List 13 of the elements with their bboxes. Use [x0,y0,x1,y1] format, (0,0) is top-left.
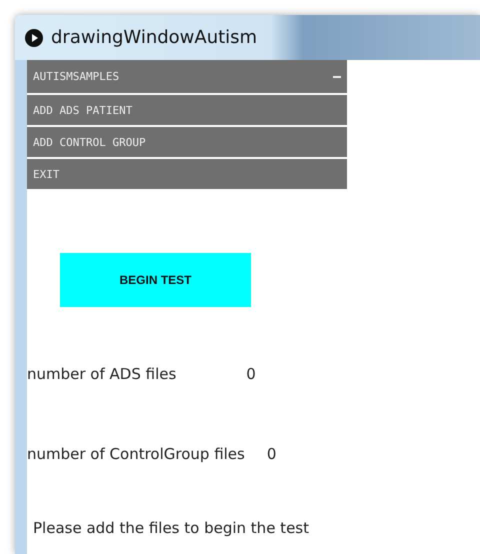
count-value: 0 [266,445,276,463]
count-label: number of ControlGroup files [27,445,245,463]
menu-item[interactable]: ADD CONTROL GROUP [27,127,347,157]
count-label: number of ADS files [27,365,176,383]
status-message: Please add the files to begin the test [33,519,310,537]
menu-item[interactable]: ADD ADS PATIENT [27,95,347,125]
minus-icon [333,76,341,78]
window-title: drawingWindowAutism [51,27,258,48]
begin-test-button[interactable]: BEGIN TEST [60,253,251,307]
dropdown-button[interactable]: AUTISMSAMPLES [27,60,347,93]
count-value: 0 [246,365,256,383]
app-icon [25,28,43,46]
menu-item[interactable]: EXIT [27,159,347,189]
